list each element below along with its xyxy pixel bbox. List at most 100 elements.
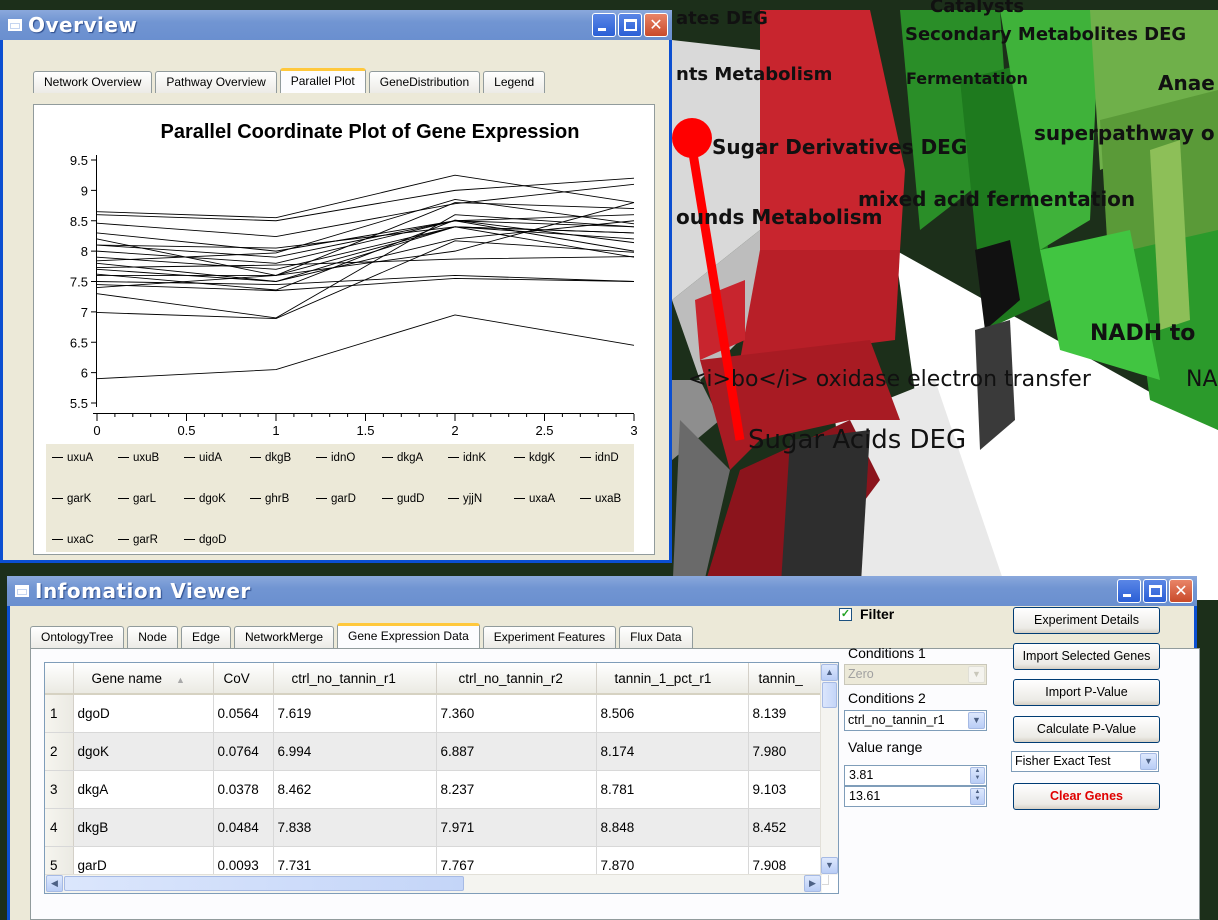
scroll-left-icon[interactable]: ◀ <box>46 875 63 892</box>
tab-network-merge[interactable]: NetworkMerge <box>233 626 335 648</box>
scene-label: nts Metabolism <box>676 64 832 85</box>
horizontal-scroll-thumb[interactable] <box>64 876 464 891</box>
table-row[interactable]: 2 dgoK 0.0764 6.994 6.887 8.174 7.980 <box>45 732 829 771</box>
filter-checkbox[interactable]: ✓ <box>839 608 852 621</box>
legend-line-icon <box>382 498 393 500</box>
column-header[interactable]: ctrl_no_tannin_r2 <box>436 663 597 695</box>
cell[interactable]: 8.452 <box>748 808 829 847</box>
legend-line-icon <box>184 539 195 541</box>
cell[interactable]: 7.980 <box>748 732 829 771</box>
maximize-icon <box>624 19 637 31</box>
cell[interactable]: 6.994 <box>273 732 437 771</box>
legend-label: idnD <box>595 452 619 464</box>
conditions2-select[interactable]: ctrl_no_tannin_r1 ▼ <box>844 710 987 731</box>
range-min-spinbox[interactable]: 3.81 ▲ ▼ <box>844 765 987 786</box>
scroll-up-icon[interactable]: ▲ <box>821 664 838 681</box>
calculate-pvalue-button[interactable]: Calculate P-Value <box>1013 716 1160 743</box>
cell[interactable]: 8.848 <box>596 808 749 847</box>
cell[interactable]: dgoK <box>73 732 214 771</box>
table-row[interactable]: 4 dkgB 0.0484 7.838 7.971 8.848 8.452 <box>45 808 829 847</box>
scene-label: Fermentation <box>906 69 1028 88</box>
horizontal-scrollbar[interactable]: ◀ ▶ <box>45 874 822 893</box>
cell[interactable]: 8.781 <box>596 770 749 809</box>
cell[interactable]: 0.0564 <box>213 694 274 733</box>
column-header[interactable]: Gene name ▲ <box>73 663 214 695</box>
experiment-details-button[interactable]: Experiment Details <box>1013 607 1160 634</box>
tab-pathway-overview[interactable]: Pathway Overview <box>155 71 277 93</box>
import-selected-genes-button[interactable]: Import Selected Genes <box>1013 643 1160 670</box>
close-button[interactable]: ✕ <box>1169 579 1193 603</box>
y-tick-label: 8.5 <box>70 214 88 229</box>
legend-item: garL <box>118 493 156 505</box>
maximize-button[interactable] <box>1143 579 1167 603</box>
tab-network-overview[interactable]: Network Overview <box>33 71 153 93</box>
spin-arrows-icon[interactable]: ▲ ▼ <box>970 788 985 805</box>
row-number[interactable]: 2 <box>45 732 74 771</box>
overview-title-bar[interactable]: Overview ✕ <box>0 10 672 40</box>
table-row[interactable]: 3 dkgA 0.0378 8.462 8.237 8.781 9.103 <box>45 770 829 809</box>
corner-header[interactable] <box>45 663 74 695</box>
legend-line-icon <box>316 457 327 459</box>
chart-lines <box>96 174 635 380</box>
cell[interactable]: 7.971 <box>436 808 597 847</box>
cell[interactable]: 6.887 <box>436 732 597 771</box>
cell[interactable]: 8.506 <box>596 694 749 733</box>
legend-line-icon <box>580 498 591 500</box>
vertical-scroll-thumb[interactable] <box>822 682 837 708</box>
cell[interactable]: 8.174 <box>596 732 749 771</box>
spin-arrows-icon[interactable]: ▲ ▼ <box>970 767 985 784</box>
chevron-down-icon[interactable]: ▼ <box>1140 753 1157 770</box>
cell[interactable]: 8.237 <box>436 770 597 809</box>
tab-edge[interactable]: Edge <box>180 626 231 648</box>
table-row[interactable]: 1 dgoD 0.0564 7.619 7.360 8.506 8.139 <box>45 694 829 733</box>
column-header[interactable]: ctrl_no_tannin_r1 <box>273 663 437 695</box>
cell[interactable]: 8.462 <box>273 770 437 809</box>
legend-item: uxaB <box>580 493 621 505</box>
info-title-bar[interactable]: Infomation Viewer ✕ <box>7 576 1197 606</box>
scroll-right-icon[interactable]: ▶ <box>804 875 821 892</box>
scene-label: NA <box>1186 367 1218 392</box>
column-header[interactable]: CoV <box>213 663 274 695</box>
tab-gene-distribution[interactable]: GeneDistribution <box>368 71 481 93</box>
chevron-down-icon[interactable]: ▼ <box>968 712 985 729</box>
tab-flux-data[interactable]: Flux Data <box>619 626 693 648</box>
cell[interactable]: 7.619 <box>273 694 437 733</box>
row-number[interactable]: 4 <box>45 808 74 847</box>
clear-genes-button[interactable]: Clear Genes <box>1013 783 1160 810</box>
tab-parallel-plot[interactable]: Parallel Plot <box>279 68 366 93</box>
parallel-coordinate-chart: Parallel Coordinate Plot of Gene Express… <box>70 121 638 438</box>
column-header[interactable]: tannin_ <box>748 663 829 695</box>
cell[interactable]: 7.360 <box>436 694 597 733</box>
tab-legend[interactable]: Legend <box>483 71 546 93</box>
test-select[interactable]: Fisher Exact Test ▼ <box>1011 751 1159 772</box>
tab-gene-expression-data[interactable]: Gene Expression Data <box>337 623 480 648</box>
cell[interactable]: 7.838 <box>273 808 437 847</box>
column-header[interactable]: tannin_1_pct_r1 <box>596 663 749 695</box>
series-line-garR <box>96 314 635 380</box>
cell[interactable]: 0.0378 <box>213 770 274 809</box>
scroll-down-icon[interactable]: ▼ <box>821 857 838 874</box>
cell[interactable]: dkgB <box>73 808 214 847</box>
maximize-button[interactable] <box>618 13 642 37</box>
import-pvalue-button[interactable]: Import P-Value <box>1013 679 1160 706</box>
cell[interactable]: dgoD <box>73 694 214 733</box>
conditions2-value: ctrl_no_tannin_r1 <box>848 713 945 727</box>
close-button[interactable]: ✕ <box>644 13 668 37</box>
tab-node[interactable]: Node <box>127 626 178 648</box>
cell[interactable]: 0.0764 <box>213 732 274 771</box>
minimize-button[interactable] <box>592 13 616 37</box>
row-number[interactable]: 3 <box>45 770 74 809</box>
range-max-spinbox[interactable]: 13.61 ▲ ▼ <box>844 786 987 807</box>
tab-ontology-tree[interactable]: OntologyTree <box>30 626 125 648</box>
cell[interactable]: 0.0484 <box>213 808 274 847</box>
tab-experiment-features[interactable]: Experiment Features <box>482 626 617 648</box>
cell[interactable]: 8.139 <box>748 694 829 733</box>
minimize-button[interactable] <box>1117 579 1141 603</box>
row-number[interactable]: 1 <box>45 694 74 733</box>
cell[interactable]: dkgA <box>73 770 214 809</box>
vertical-scrollbar[interactable]: ▲ ▼ <box>820 663 838 875</box>
legend-label: garD <box>331 493 356 505</box>
cell[interactable]: 9.103 <box>748 770 829 809</box>
window-title: Overview <box>28 13 138 37</box>
close-icon: ✕ <box>1174 581 1188 600</box>
